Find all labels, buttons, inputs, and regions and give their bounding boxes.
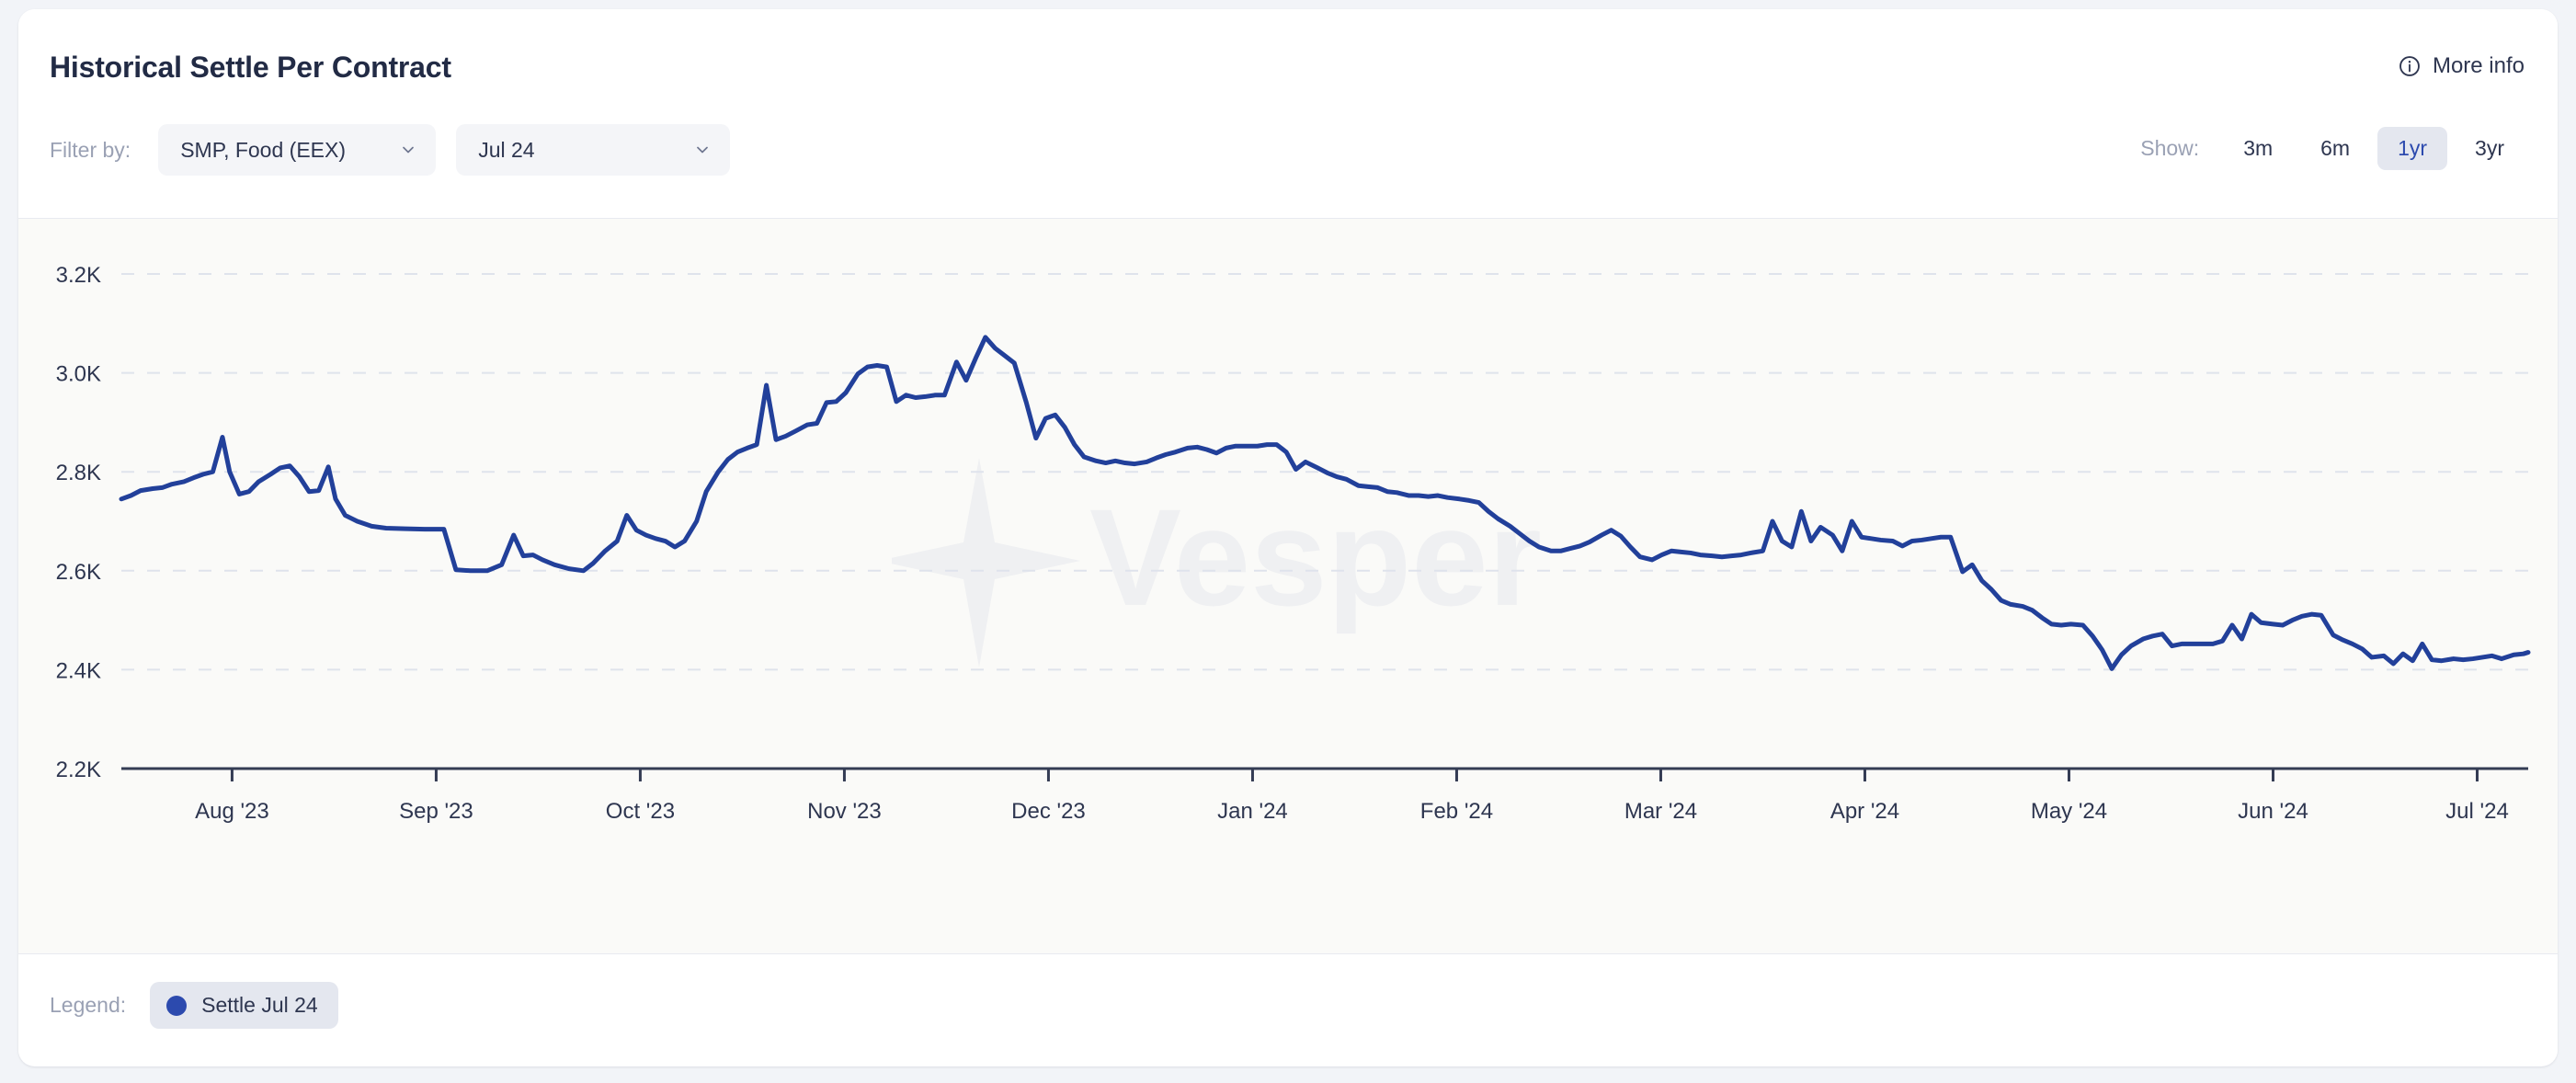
- x-tick-label: May '24: [2031, 799, 2107, 824]
- y-tick-label: 2.8K: [56, 461, 101, 485]
- filter-row: Filter by: SMP, Food (EEX) Jul 24: [50, 124, 731, 176]
- filter-by-label: Filter by:: [50, 137, 131, 162]
- x-tick-label: Jun '24: [2238, 799, 2308, 824]
- more-info-button[interactable]: More info: [2398, 53, 2525, 79]
- legend-label: Legend:: [50, 993, 127, 1017]
- show-label: Show:: [2140, 136, 2200, 160]
- contract-select-value: Jul 24: [478, 137, 535, 162]
- x-tick-label: Nov '23: [807, 799, 882, 824]
- chevron-down-icon: [399, 141, 417, 159]
- legend: Legend: Settle Jul 24: [50, 982, 338, 1029]
- range-button-3m[interactable]: 3m: [2223, 127, 2293, 170]
- chevron-down-icon: [693, 141, 712, 159]
- y-tick-label: 2.4K: [56, 658, 101, 683]
- contract-select[interactable]: Jul 24: [456, 124, 731, 176]
- product-select[interactable]: SMP, Food (EEX): [158, 124, 437, 176]
- range-button-1yr[interactable]: 1yr: [2377, 127, 2448, 170]
- chart-x-axis: [121, 767, 2528, 781]
- range-button-3yr[interactable]: 3yr: [2455, 127, 2525, 170]
- range-selector: Show: 3m 6m 1yr 3yr: [2140, 127, 2528, 170]
- page-title: Historical Settle Per Contract: [50, 51, 451, 84]
- x-tick-label: Jan '24: [1217, 799, 1288, 824]
- historical-settle-card: Historical Settle Per Contract More info…: [18, 9, 2558, 1066]
- x-tick-label: Mar '24: [1624, 799, 1697, 824]
- x-tick-label: Feb '24: [1420, 799, 1493, 824]
- chart-series-layer: [119, 335, 2531, 671]
- x-tick-label: Jul '24: [2445, 799, 2509, 824]
- legend-item-label: Settle Jul 24: [201, 993, 318, 1017]
- x-tick-label: Sep '23: [399, 799, 473, 824]
- x-tick-label: Dec '23: [1011, 799, 1086, 824]
- more-info-label: More info: [2432, 53, 2525, 78]
- card-footer: Legend: Settle Jul 24: [18, 954, 2558, 1065]
- chart-y-axis-labels: 2.2K 2.4K 2.6K 2.8K 3.0K 3.2K: [56, 263, 101, 782]
- range-button-6m[interactable]: 6m: [2300, 127, 2370, 170]
- x-tick-label: Apr '24: [1830, 799, 1899, 824]
- info-circle-icon: [2398, 54, 2422, 78]
- settle-line-chart[interactable]: 2.2K 2.4K 2.6K 2.8K 3.0K 3.2K Aug '23 Sep '23 O…: [18, 219, 2556, 954]
- chart-area[interactable]: Vesper 2.2K 2.4K 2.6K 2.8K 3.0K 3.2K Aug '23 S…: [18, 219, 2558, 954]
- chart-x-axis-labels: Aug '23 Sep '23 Oct '23 Nov '23 Dec '23 Jan '…: [195, 799, 2509, 824]
- product-select-value: SMP, Food (EEX): [180, 137, 346, 162]
- card-header: Historical Settle Per Contract More info…: [18, 9, 2558, 219]
- legend-item-settle-jul-24[interactable]: Settle Jul 24: [150, 982, 338, 1029]
- y-tick-label: 3.0K: [56, 362, 101, 387]
- y-tick-label: 2.6K: [56, 560, 101, 585]
- x-tick-label: Oct '23: [606, 799, 675, 824]
- y-tick-label: 3.2K: [56, 263, 101, 288]
- y-tick-label: 2.2K: [56, 758, 101, 782]
- x-tick-label: Aug '23: [195, 799, 269, 824]
- legend-color-dot: [166, 995, 188, 1016]
- series-line-0: [119, 335, 2531, 671]
